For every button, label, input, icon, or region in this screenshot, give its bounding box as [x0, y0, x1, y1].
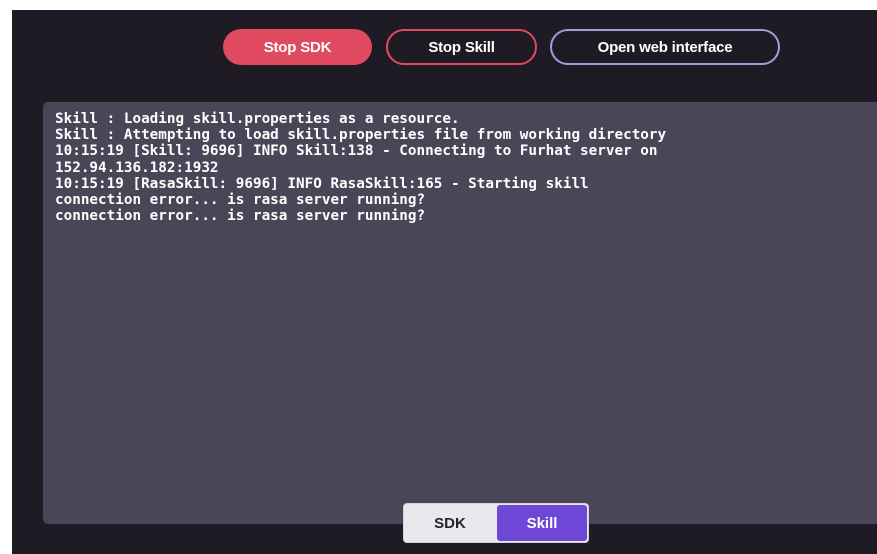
stop-skill-button[interactable]: Stop Skill: [386, 29, 537, 65]
tab-sdk[interactable]: SDK: [405, 505, 495, 541]
furhat-sdk-launcher-window: Stop SDK Stop Skill Open web interface S…: [0, 0, 877, 554]
left-margin: [0, 0, 12, 554]
log-console[interactable]: Skill : Loading skill.properties as a re…: [43, 102, 877, 524]
stop-sdk-button[interactable]: Stop SDK: [223, 29, 372, 65]
log-source-tabs: SDK Skill: [403, 503, 589, 543]
log-line: 10:15:19 [RasaSkill: 9696] INFO RasaSkil…: [55, 175, 589, 192]
log-line: Skill : Attempting to load skill.propert…: [55, 127, 667, 144]
log-line: connection error... is rasa server runni…: [55, 192, 426, 209]
open-web-interface-button[interactable]: Open web interface: [550, 29, 780, 65]
log-line: 152.94.136.182:1932: [55, 159, 219, 176]
log-line: 10:15:19 [Skill: 9696] INFO Skill:138 - …: [55, 143, 658, 160]
log-line: Skill : Loading skill.properties as a re…: [55, 111, 460, 127]
log-line: connection error... is rasa server runni…: [55, 208, 426, 225]
tab-skill[interactable]: Skill: [497, 505, 587, 541]
top-margin: [0, 0, 877, 10]
